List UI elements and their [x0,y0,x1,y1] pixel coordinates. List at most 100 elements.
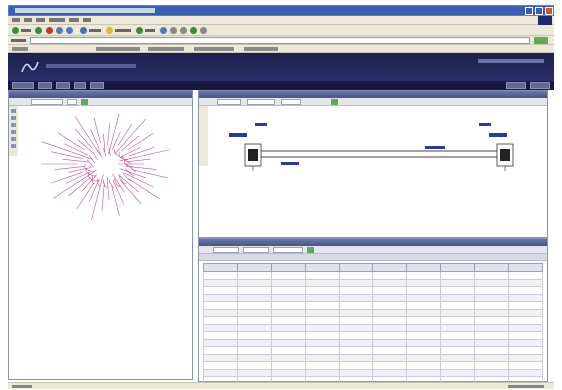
table-cell [440,278,476,287]
link-item[interactable] [148,47,184,51]
table-cell [236,286,272,295]
mail-icon[interactable] [170,27,177,34]
link-item[interactable] [194,47,234,51]
table-row[interactable] [203,323,543,332]
discuss-icon[interactable] [200,27,207,34]
menu-favorites[interactable] [49,18,65,22]
table-row[interactable] [203,338,543,347]
map-go-button[interactable] [81,99,88,105]
column-header[interactable] [372,263,408,272]
zoom-out-icon[interactable] [11,116,16,120]
table-row[interactable] [203,331,543,340]
table-row[interactable] [203,353,543,362]
browser-title-bar [8,5,554,16]
table-field[interactable] [243,247,269,253]
table-cell [236,278,272,287]
table-cell[interactable] [203,271,238,280]
column-header[interactable] [236,263,272,272]
measure-icon[interactable] [11,144,16,148]
table-cell[interactable] [203,331,238,340]
nav-button[interactable] [74,82,86,89]
zoom-in-icon[interactable] [11,109,16,113]
route-field[interactable] [247,99,275,105]
menu-file[interactable] [12,18,20,22]
column-header[interactable] [338,263,374,272]
menu-edit[interactable] [24,18,32,22]
stop-icon[interactable] [46,27,53,34]
table-cell[interactable] [203,368,238,377]
column-header[interactable] [474,263,510,272]
table-cell[interactable] [203,278,238,287]
table-cell[interactable] [203,338,238,347]
identify-icon[interactable] [11,137,16,141]
table-cell[interactable] [203,286,238,295]
table-row[interactable] [203,301,543,310]
map-select[interactable] [31,99,63,105]
table-cell[interactable] [203,316,238,325]
menu-tools[interactable] [69,18,79,22]
table-field[interactable] [273,247,303,253]
network-map[interactable] [21,109,191,377]
table-row[interactable] [203,278,543,287]
nav-right-button[interactable] [530,82,550,89]
nav-button[interactable] [56,82,70,89]
table-cell [372,316,408,325]
maximize-button[interactable] [535,7,543,15]
address-input[interactable] [30,37,530,44]
column-header[interactable] [203,263,238,272]
table-cell[interactable] [203,361,238,370]
table-cell[interactable] [203,308,238,317]
back-icon[interactable] [12,27,19,34]
print-icon[interactable] [180,27,187,34]
home-icon[interactable] [66,27,73,34]
history-icon[interactable] [160,27,167,34]
edit-icon[interactable] [190,27,197,34]
menu-help[interactable] [83,18,91,22]
pan-icon[interactable] [11,123,16,127]
column-header[interactable] [406,263,442,272]
route-field[interactable] [281,99,301,105]
table-cell[interactable] [203,293,238,302]
select-icon[interactable] [11,130,16,134]
table-cell[interactable] [203,301,238,310]
nav-right-button[interactable] [506,82,526,89]
table-row[interactable] [203,271,543,280]
go-button[interactable] [534,37,548,44]
nav-button[interactable] [90,82,104,89]
minimize-button[interactable] [525,7,533,15]
favorites-icon[interactable] [106,27,113,34]
link-item[interactable] [96,47,140,51]
table-go-button[interactable] [307,247,314,253]
table-row[interactable] [203,361,543,370]
route-select[interactable] [217,99,241,105]
nav-button[interactable] [12,82,34,89]
column-header[interactable] [270,263,306,272]
column-header[interactable] [440,263,476,272]
nav-button[interactable] [38,82,52,89]
table-cell[interactable] [203,346,238,355]
refresh-icon[interactable] [56,27,63,34]
table-select[interactable] [213,247,239,253]
column-header[interactable] [508,263,543,272]
table-row[interactable] [203,368,543,377]
route-diagram[interactable] [209,109,547,235]
route-go-button[interactable] [331,99,338,105]
table-cell [406,361,442,370]
table-row[interactable] [203,286,543,295]
route-node-left-inner [248,149,258,161]
map-zoom-field[interactable] [67,99,77,105]
link-item[interactable] [244,47,278,51]
search-icon[interactable] [80,27,87,34]
table-cell[interactable] [203,323,238,332]
column-header[interactable] [304,263,340,272]
media-icon[interactable] [136,27,143,34]
table-row[interactable] [203,308,543,317]
table-cell [372,353,408,362]
menu-view[interactable] [36,18,45,22]
table-row[interactable] [203,293,543,302]
table-row[interactable] [203,316,543,325]
close-button[interactable] [545,7,553,15]
table-row[interactable] [203,346,543,355]
table-cell[interactable] [203,353,238,362]
forward-icon[interactable] [35,27,42,34]
